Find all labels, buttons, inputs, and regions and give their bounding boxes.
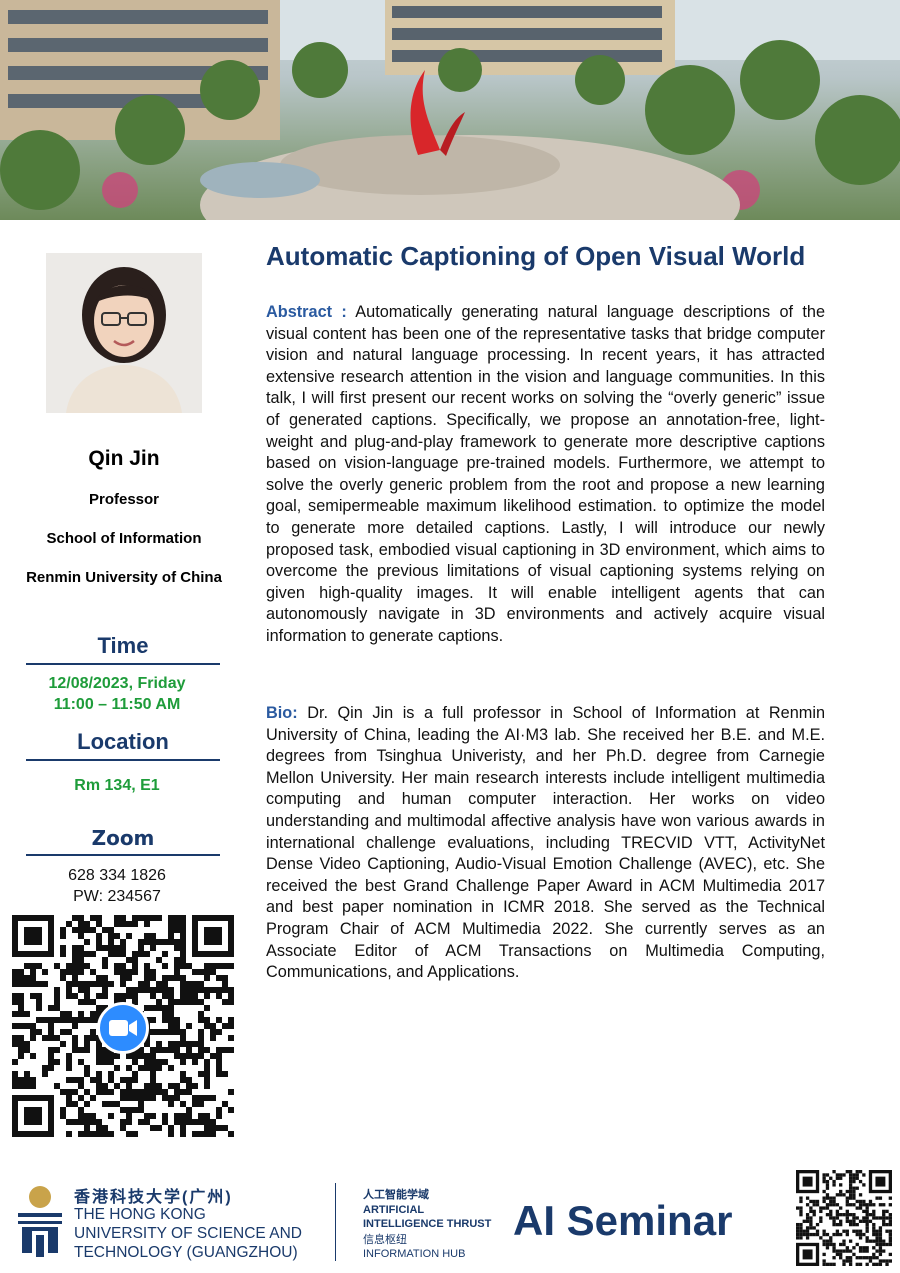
zoom-meeting-id: 628 334 1826 (68, 867, 166, 884)
zoom-camera-icon (97, 1002, 149, 1054)
hkust-gz-logo (14, 1183, 66, 1263)
speaker-name: Qin Jin (88, 447, 160, 470)
speaker-university: Renmin University of China (26, 569, 222, 586)
abstract-text: Automatically generating natural languag… (266, 303, 826, 645)
thrust-name-en-2: INTELLIGENCE THRUST (363, 1218, 492, 1230)
campus-banner-image (0, 0, 900, 220)
zoom-heading: Zoom (26, 826, 220, 856)
event-series-title: AI Seminar (513, 1197, 733, 1244)
hub-name-en: INFORMATION HUB (363, 1248, 466, 1260)
university-name-en-3: TECHNOLOGY (GUANGZHOU) (74, 1244, 298, 1261)
bio-text: Dr. Qin Jin is a full professor in Schoo… (266, 704, 826, 982)
location-heading: Location (26, 729, 220, 761)
event-date: 12/08/2023, Friday (48, 675, 186, 692)
event-room: Rm 134, E1 (74, 777, 160, 794)
bio-label: Bio: (266, 704, 298, 722)
speaker-title: Professor (88, 491, 160, 508)
talk-title: Automatic Captioning of Open Visual Worl… (266, 241, 806, 271)
hub-name-cn: 信息枢纽 (363, 1234, 407, 1246)
abstract-paragraph: Abstract : Automatically generating natu… (266, 302, 825, 648)
speaker-department: School of Information (46, 530, 202, 547)
speaker-portrait (46, 253, 202, 413)
footer-qr-code[interactable] (796, 1170, 892, 1266)
university-name-cn: 香港科技大学(广州) (74, 1189, 233, 1206)
thrust-name-en-1: ARTIFICIAL (363, 1204, 425, 1216)
time-heading: Time (26, 633, 220, 665)
university-name-en-2: UNIVERSITY OF SCIENCE AND (74, 1225, 302, 1242)
bio-paragraph: Bio: Dr. Qin Jin is a full professor in … (266, 703, 825, 984)
thrust-name-cn: 人工智能学域 (363, 1189, 429, 1201)
abstract-label: Abstract : (266, 303, 347, 321)
event-hours: 11:00 – 11:50 AM (53, 696, 181, 713)
footer-divider (335, 1183, 336, 1261)
university-name-en-1: THE HONG KONG (74, 1206, 206, 1223)
zoom-password: PW: 234567 (73, 888, 161, 905)
